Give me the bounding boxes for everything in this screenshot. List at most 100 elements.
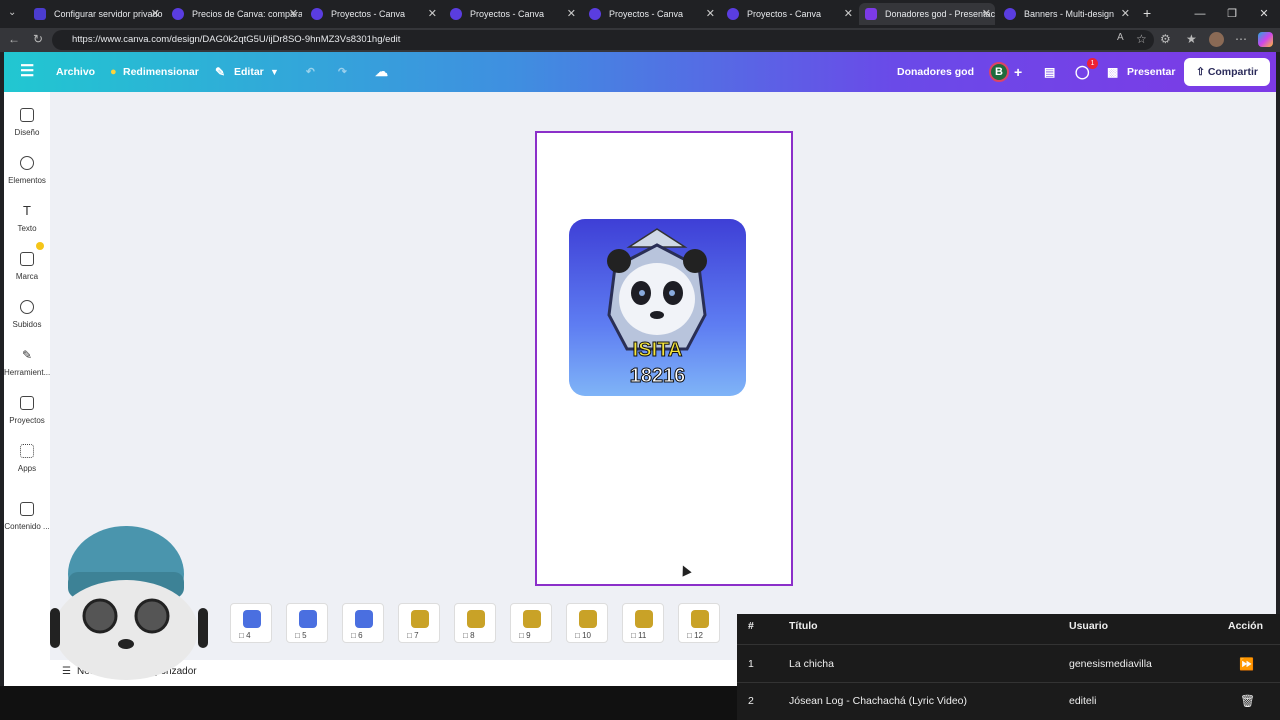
thumbnail-preview [523, 610, 541, 628]
shapes-icon [20, 156, 34, 170]
tab-title: Proyectos - Canva [747, 9, 822, 19]
sidebar-item-subidos[interactable]: Subidos [4, 300, 50, 329]
thumbnail-preview [243, 610, 261, 628]
apps-grid-icon [20, 444, 34, 458]
thumbnail-comment-number: □ 8 [463, 631, 475, 640]
url-field[interactable]: https://www.canva.com/design/DAG0k2qtG5U… [52, 30, 1154, 50]
thumbnail-preview [299, 610, 317, 628]
panda-badge-image[interactable]: ISITA 18216 [569, 219, 746, 396]
tab-close-icon[interactable]: ✕ [567, 7, 576, 20]
sidebar-item-texto[interactable]: T Texto [4, 203, 50, 234]
sidebar-item-marca[interactable]: Marca [4, 242, 50, 281]
hamburger-menu-icon[interactable]: ☰ [20, 52, 34, 92]
queue-row-title: Jósean Log - Chachachá (Lyric Video) [789, 695, 968, 707]
sidebar-item-apps[interactable]: Apps [4, 444, 50, 473]
thumbnail-number: 7 [414, 631, 419, 640]
redimensionar-button[interactable]: Redimensionar [123, 52, 199, 92]
tab-0[interactable]: Configurar servidor privado ✕ [28, 3, 164, 25]
thumbnail-number: 4 [246, 631, 251, 640]
page-thumbnail[interactable]: □ 12 [678, 603, 720, 643]
thumbnail-preview [467, 610, 485, 628]
cloud-saved-icon[interactable]: ☁ [375, 52, 388, 92]
tab-close-icon[interactable]: ✕ [428, 7, 437, 20]
page-thumbnail[interactable]: □ 4 [230, 603, 272, 643]
page-thumbnail[interactable]: □ 9 [510, 603, 552, 643]
sidebar-item-label: Contenido ... [4, 522, 50, 531]
new-tab-plus-icon[interactable]: + [1143, 5, 1151, 21]
thumbnail-number: 6 [358, 631, 363, 640]
sidebar-item-elementos[interactable]: Elementos [4, 156, 50, 185]
brand-icon [20, 252, 34, 266]
tab-favicon-icon [1004, 8, 1016, 20]
sidebar-item-label: Elementos [8, 176, 46, 185]
sidebar-item-herramientas[interactable]: ✎ Herramient... [4, 348, 50, 377]
queue-header-user: Usuario [1069, 620, 1109, 632]
tab-menu-chevron-icon[interactable]: ⌄ [8, 7, 16, 18]
tab-2[interactable]: Proyectos - Canva ✕ [305, 3, 441, 25]
archivo-menu[interactable]: Archivo [56, 52, 95, 92]
reload-icon[interactable]: ↻ [33, 32, 43, 46]
compartir-button[interactable]: ⇧ Compartir [1184, 58, 1270, 86]
tab-title: Proyectos - Canva [470, 9, 545, 19]
comments-icon[interactable]: ◯ [1075, 52, 1090, 92]
document-title[interactable]: Donadores god [897, 52, 974, 92]
tab-close-icon[interactable]: ✕ [1121, 7, 1130, 20]
queue-header-title: Título [789, 620, 818, 632]
queue-row-num: 2 [748, 695, 754, 707]
page-thumbnail[interactable]: □ 5 [286, 603, 328, 643]
page-thumbnail[interactable]: □ 10 [566, 603, 608, 643]
tab-close-icon[interactable]: ✕ [706, 7, 715, 20]
read-aloud-icon[interactable]: A [1117, 32, 1124, 43]
tab-favicon-icon [589, 8, 601, 20]
tab-close-icon[interactable]: ✕ [289, 7, 298, 20]
comment-count-badge: 1 [1087, 58, 1098, 69]
maximize-icon[interactable]: ❐ [1216, 0, 1248, 28]
sidebar-item-label: Herramient... [4, 368, 51, 377]
extensions-icon[interactable]: ⚙ [1160, 32, 1171, 46]
profile-avatar[interactable] [1209, 32, 1224, 47]
back-arrow-icon[interactable]: ← [8, 32, 20, 46]
tab-6-active[interactable]: Donadores god - Presentaci ✕ [859, 3, 995, 25]
favorite-star-icon[interactable]: ☆ [1136, 32, 1147, 46]
streamer-panda-avatar [50, 526, 208, 680]
tab-1[interactable]: Precios de Canva: compara l ✕ [166, 3, 302, 25]
add-collaborator-plus-icon[interactable]: + [1014, 52, 1022, 92]
play-next-icon[interactable]: ⏩ [1239, 646, 1254, 682]
minimize-icon[interactable]: — [1184, 0, 1216, 28]
thumbnail-comment-number: □ 11 [631, 631, 647, 640]
undo-icon[interactable]: ↶ [306, 52, 315, 92]
page-thumbnail[interactable]: □ 11 [622, 603, 664, 643]
tab-favicon-icon [727, 8, 739, 20]
page-thumbnail[interactable]: □ 8 [454, 603, 496, 643]
sidebar-item-contenido[interactable]: Contenido ... [4, 502, 50, 531]
sidebar-item-diseno[interactable]: Diseño [4, 108, 50, 137]
insights-chart-icon[interactable]: ▤ [1044, 52, 1055, 92]
presentar-button[interactable]: Presentar [1127, 52, 1175, 92]
page-thumbnail[interactable]: □ 7 [398, 603, 440, 643]
tab-favicon-icon [865, 8, 877, 20]
tab-3[interactable]: Proyectos - Canva ✕ [444, 3, 580, 25]
window-close-icon[interactable]: ✕ [1248, 0, 1280, 28]
sidebar-item-proyectos[interactable]: Proyectos [4, 396, 50, 425]
tab-close-icon[interactable]: ✕ [151, 7, 160, 20]
chevron-down-icon[interactable]: ▼ [270, 52, 279, 92]
copilot-icon[interactable] [1258, 32, 1273, 47]
text-icon: T [23, 203, 31, 218]
thumbnail-preview [691, 610, 709, 628]
collaborator-avatar[interactable]: B [989, 62, 1009, 82]
editar-button[interactable]: Editar [234, 52, 264, 92]
redo-icon[interactable]: ↷ [338, 52, 347, 92]
queue-row-num: 1 [748, 658, 754, 670]
page-thumbnail[interactable]: □ 6 [342, 603, 384, 643]
url-text: https://www.canva.com/design/DAG0k2qtG5U… [72, 34, 401, 45]
tab-close-icon[interactable]: ✕ [982, 7, 991, 20]
tab-close-icon[interactable]: ✕ [844, 7, 853, 20]
tab-4[interactable]: Proyectos - Canva ✕ [583, 3, 719, 25]
tab-7[interactable]: Banners - Multi-design ✕ [998, 3, 1134, 25]
favorites-icon[interactable]: ★ [1186, 32, 1197, 46]
trash-icon[interactable]: 🗑 [1240, 683, 1255, 719]
tab-5[interactable]: Proyectos - Canva ✕ [721, 3, 857, 25]
sidebar-item-label: Marca [15, 272, 39, 281]
more-menu-icon[interactable]: ⋯ [1235, 32, 1247, 46]
thumbnail-number: 8 [470, 631, 475, 640]
